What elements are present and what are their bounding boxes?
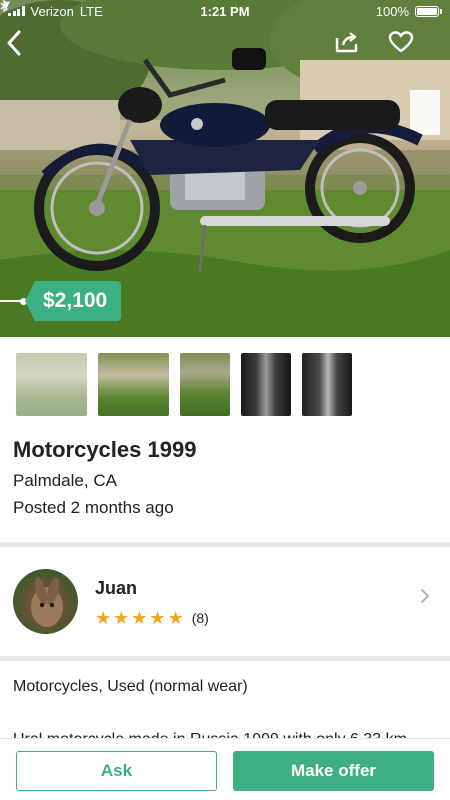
photo-thumbnails xyxy=(16,353,352,416)
price-label: $2,100 xyxy=(25,281,122,321)
section-divider xyxy=(0,542,450,547)
posted-time: Posted 2 months ago xyxy=(13,498,174,517)
listing-location: Palmdale, CA xyxy=(13,471,117,490)
star-icon: ★ xyxy=(113,608,130,628)
star-icon: ★ xyxy=(167,608,184,628)
thumbnail-1[interactable] xyxy=(16,353,87,416)
star-icon: ★ xyxy=(149,608,166,628)
thumbnail-5[interactable] xyxy=(302,353,352,416)
network-label: LTE xyxy=(79,3,103,19)
star-icon: ★ xyxy=(131,608,148,628)
rating-count: (8) xyxy=(191,610,209,626)
battery-icon xyxy=(415,5,439,17)
status-bar: Verizon LTE 1:21 PM 100% xyxy=(0,0,450,22)
make-offer-button[interactable]: Make offer xyxy=(233,751,434,791)
avatar xyxy=(13,569,78,634)
thumbnail-2[interactable] xyxy=(98,353,169,416)
battery-percent-label: 100% xyxy=(375,3,409,19)
back-button[interactable] xyxy=(6,30,40,64)
listing-title: Motorcycles 1999 xyxy=(13,437,197,462)
section-divider xyxy=(0,656,450,661)
category-condition: Motorcycles, Used (normal wear) xyxy=(13,678,248,695)
thumbnail-4[interactable] xyxy=(241,353,291,416)
action-bar: Ask Make offer xyxy=(0,738,450,800)
ask-button[interactable]: Ask xyxy=(16,751,217,791)
seller-row[interactable]: Juan ★ ★ ★ ★ ★ (8) xyxy=(0,548,450,656)
share-button[interactable] xyxy=(334,30,368,64)
price-tag: $2,100 xyxy=(0,281,122,321)
thumbnail-3[interactable] xyxy=(180,353,230,416)
star-icon: ★ xyxy=(95,608,112,628)
seller-rating: ★ ★ ★ ★ ★ (8) xyxy=(95,609,209,627)
chevron-right-icon xyxy=(420,588,430,609)
carrier-label: Verizon xyxy=(30,3,74,19)
seller-name: Juan xyxy=(95,578,138,598)
favorite-button[interactable] xyxy=(388,30,422,64)
hero-photo[interactable]: Verizon LTE 1:21 PM 100% $2,100 xyxy=(0,0,450,337)
